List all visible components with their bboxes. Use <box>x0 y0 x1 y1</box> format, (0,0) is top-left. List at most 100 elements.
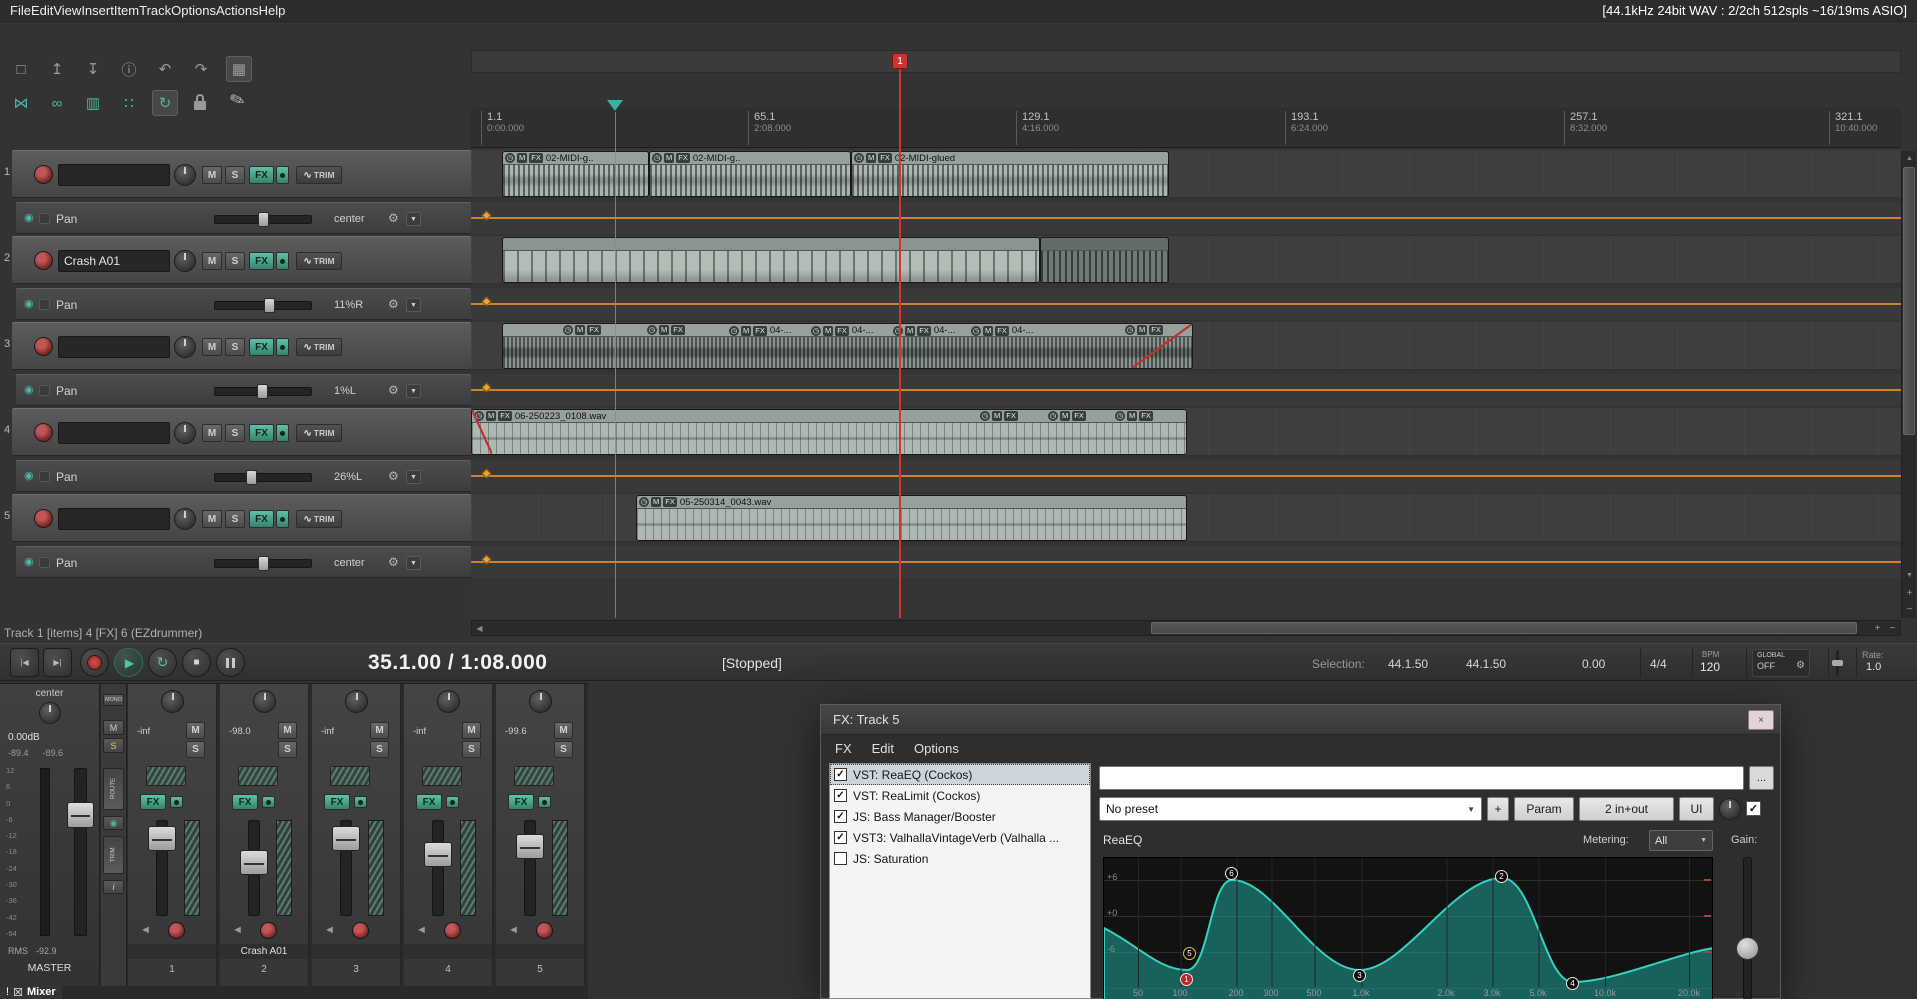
power-icon[interactable]: ◉ <box>103 816 124 830</box>
track-panel-2[interactable]: Crash A01 M S FX ∿ TRIM <box>12 236 471 284</box>
envelope-fx-icon[interactable] <box>39 385 50 396</box>
track-volume-knob[interactable] <box>174 508 196 530</box>
media-item[interactable]: ◷ M FX 06-250223_0108.wav ◷MFX ◷MFX ◷MFX <box>471 409 1187 455</box>
fx-bypass-toggle[interactable] <box>262 796 275 808</box>
speaker-icon[interactable]: ◄ <box>416 924 427 936</box>
grid-toggle-icon[interactable]: ▦ <box>226 56 252 82</box>
item-fx-chip[interactable]: FX <box>1139 411 1153 421</box>
item-fx-chip[interactable]: FX <box>1072 411 1086 421</box>
fx-button[interactable]: FX <box>508 794 534 810</box>
trim-button[interactable]: ∿ TRIM <box>296 252 342 270</box>
item-chip-group[interactable]: ◷ M FX 04-... <box>893 325 956 336</box>
channel-fader-handle[interactable] <box>148 826 176 851</box>
record-button[interactable] <box>80 648 109 677</box>
go-to-start-button[interactable]: |◀ <box>10 648 39 677</box>
route-button[interactable]: ROUTE <box>103 768 124 810</box>
item-grouping-icon[interactable]: ∞ <box>44 90 70 116</box>
media-item[interactable] <box>1040 237 1169 283</box>
pan-envelope-panel-3[interactable]: ◉ Pan 1%L ⚙ ▼ <box>16 374 471 406</box>
pan-slider-handle[interactable] <box>246 470 257 485</box>
pan-envelope-panel-4[interactable]: ◉ Pan 26%L ⚙ ▼ <box>16 460 471 492</box>
item-chip-group[interactable]: ◷MFX <box>1048 411 1086 421</box>
gear-icon[interactable]: ⚙ <box>388 211 399 225</box>
mute-button[interactable]: M <box>554 722 573 739</box>
fx-bypass-toggle[interactable] <box>276 424 289 442</box>
pencil-tool-icon[interactable]: ✎ <box>227 88 248 113</box>
fx-filter-combobox[interactable] <box>1099 766 1744 790</box>
solo-button[interactable]: S <box>225 166 245 184</box>
fx-bypass-toggle[interactable] <box>170 796 183 808</box>
item-clock-icon[interactable]: ◷ <box>652 153 662 163</box>
lock-icon[interactable] <box>188 90 214 116</box>
speaker-icon[interactable]: ◄ <box>232 924 243 936</box>
trim-button[interactable]: ∿ TRIM <box>296 424 342 442</box>
mute-button[interactable]: M <box>462 722 481 739</box>
item-mute-chip[interactable]: M <box>1060 411 1071 421</box>
new-project-icon[interactable]: □ <box>8 56 34 82</box>
item-chip-group[interactable]: ◷ M FX 04-... <box>811 325 874 336</box>
plugin-enable-checkbox[interactable] <box>834 789 847 802</box>
media-item[interactable] <box>502 237 1040 283</box>
record-arm-button[interactable] <box>260 922 277 939</box>
item-clock-icon[interactable]: ◷ <box>854 153 864 163</box>
fx-button[interactable]: FX <box>249 424 274 442</box>
mute-button[interactable]: M <box>278 722 297 739</box>
project-settings-icon[interactable]: ⓘ <box>116 56 142 82</box>
plugin-enable-checkbox[interactable] <box>834 831 847 844</box>
wet-dry-knob[interactable] <box>1719 798 1741 820</box>
item-chip-group[interactable]: ◷MFX <box>647 325 685 335</box>
save-project-icon[interactable]: ↧ <box>80 56 106 82</box>
item-chip-group[interactable]: ◷MFX <box>980 411 1018 421</box>
solo-button[interactable]: S <box>370 741 389 758</box>
item-mute-chip[interactable]: M <box>992 411 1003 421</box>
pan-envelope-panel-1[interactable]: ◉ Pan center ⚙ ▼ <box>16 202 471 234</box>
record-arm-button[interactable] <box>536 922 553 939</box>
stop-button[interactable]: ■ <box>182 648 211 677</box>
item-clock-icon[interactable]: ◷ <box>563 325 573 335</box>
time-signature[interactable]: 4/4 <box>1650 657 1667 671</box>
fx-plugin-list[interactable]: VST: ReaEQ (Cockos) VST: ReaLimit (Cocko… <box>829 763 1091 999</box>
snap-toggle-icon[interactable]: ▥ <box>80 90 106 116</box>
item-clock-icon[interactable]: ◷ <box>639 497 649 507</box>
grid-dots-icon[interactable]: ∷ <box>116 90 142 116</box>
item-fx-chip[interactable]: FX <box>529 153 543 163</box>
item-fx-chip[interactable]: FX <box>917 325 931 336</box>
bpm-value[interactable]: 120 <box>1700 660 1720 674</box>
pause-button[interactable] <box>216 648 245 677</box>
fx-bypass-toggle[interactable] <box>446 796 459 808</box>
pan-slider-handle[interactable] <box>258 212 269 227</box>
playrate-slider[interactable] <box>1832 650 1843 676</box>
gain-slider[interactable] <box>1743 857 1752 999</box>
fx-button[interactable]: FX <box>249 166 274 184</box>
track-name-field[interactable] <box>58 508 170 530</box>
zoom-out-icon[interactable]: − <box>1885 621 1900 635</box>
eq-band-handle[interactable]: 6 <box>1225 867 1238 880</box>
solo-button[interactable]: S <box>225 424 245 442</box>
item-fx-chip[interactable]: FX <box>835 325 849 336</box>
record-arm-button[interactable] <box>352 922 369 939</box>
fx-button[interactable]: FX <box>416 794 442 810</box>
track-volume-knob[interactable] <box>174 250 196 272</box>
item-mute-chip[interactable]: M <box>741 325 752 336</box>
pan-slider[interactable] <box>214 556 312 571</box>
fx-plugin-row[interactable]: JS: Bass Manager/Booster <box>830 806 1090 827</box>
eq-band-handle[interactable]: 1 <box>1180 973 1193 986</box>
channel-pan-knob[interactable] <box>345 690 368 713</box>
media-item[interactable]: ◷ M FX 05-250314_0043.wav <box>636 495 1187 541</box>
media-item[interactable]: ◷ M FX 02-MIDI-g.. <box>502 151 649 197</box>
plugin-enable-checkbox[interactable] <box>834 852 847 865</box>
record-arm-button[interactable] <box>34 423 53 442</box>
channel-fader-handle[interactable] <box>332 826 360 851</box>
item-mute-chip[interactable]: M <box>651 497 662 507</box>
vertical-scrollbar[interactable]: ▲ ▼ + − <box>1901 151 1916 618</box>
play-button[interactable]: ▶ <box>114 648 143 677</box>
item-chip-group[interactable]: ◷ M FX 04-... <box>971 325 1034 336</box>
transport-position-display[interactable]: 35.1.00 / 1:08.000 <box>368 651 547 675</box>
pan-slider[interactable] <box>214 470 312 485</box>
chevron-down-icon[interactable]: ▼ <box>406 470 421 484</box>
fx-button[interactable]: FX <box>232 794 258 810</box>
item-clock-icon[interactable]: ◷ <box>729 325 739 336</box>
eq-band-handle[interactable]: 3 <box>1353 969 1366 982</box>
item-chip-group[interactable]: ◷ M FX 04-... <box>729 325 792 336</box>
speaker-icon[interactable]: ◄ <box>508 924 519 936</box>
